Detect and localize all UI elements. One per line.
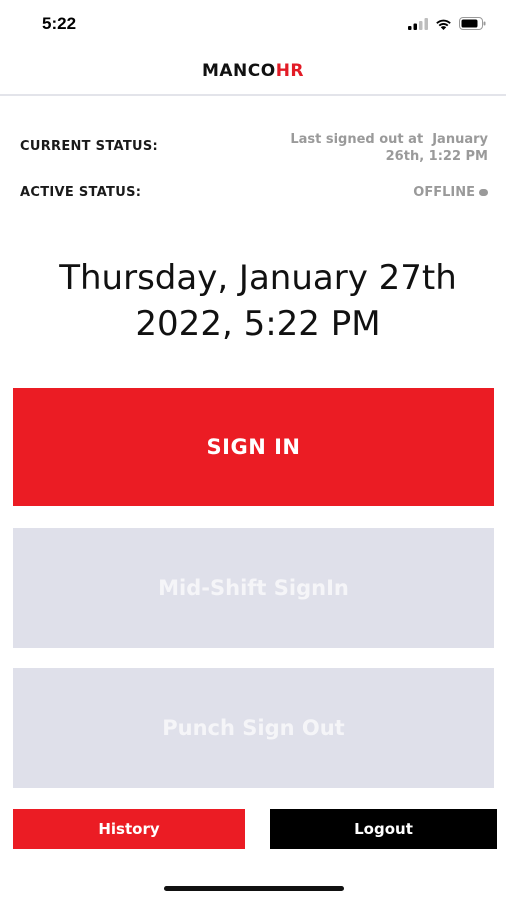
history-button[interactable]: History [13, 809, 245, 849]
status-bar: 5:22 [0, 0, 506, 48]
logout-button-label: Logout [354, 820, 413, 838]
active-status-label: ACTIVE STATUS: [20, 185, 142, 200]
active-status-value: OFFLINE [413, 184, 488, 201]
mid-shift-signin-button[interactable]: Mid-Shift SignIn [13, 528, 494, 648]
offline-dot-icon [479, 189, 488, 196]
mid-shift-signin-button-label: Mid-Shift SignIn [158, 576, 349, 600]
current-status-value: Last signed out at January 26th, 1:22 PM [290, 131, 488, 165]
home-indicator[interactable] [164, 886, 344, 891]
app-header: MANCOHR [0, 50, 506, 96]
current-status-value-line1: Last signed out at January [290, 132, 488, 147]
brand-prefix: MANCO [201, 61, 276, 81]
punch-sign-out-button[interactable]: Punch Sign Out [13, 668, 494, 788]
active-status-text: OFFLINE [413, 185, 475, 200]
current-status-value-line2: 26th, 1:22 PM [385, 149, 488, 164]
sign-in-button-label: SIGN IN [206, 435, 301, 459]
punch-sign-out-button-label: Punch Sign Out [162, 716, 345, 740]
status-time: 5:22 [42, 14, 77, 33]
battery-icon [459, 15, 486, 34]
current-datetime: Thursday, January 27th 2022, 5:22 PM [0, 255, 506, 347]
datetime-line2: 2022, 5:22 PM [135, 304, 381, 344]
status-icons [408, 15, 486, 34]
signal-icon [408, 15, 428, 34]
sign-in-button[interactable]: SIGN IN [13, 388, 494, 506]
logout-button[interactable]: Logout [270, 809, 497, 849]
datetime-line1: Thursday, January 27th [59, 258, 457, 298]
current-status-label: CURRENT STATUS: [20, 139, 159, 154]
app-logo: MANCOHR [202, 61, 304, 81]
brand-suffix: HR [275, 61, 305, 81]
wifi-icon [435, 15, 452, 34]
history-button-label: History [98, 820, 160, 838]
